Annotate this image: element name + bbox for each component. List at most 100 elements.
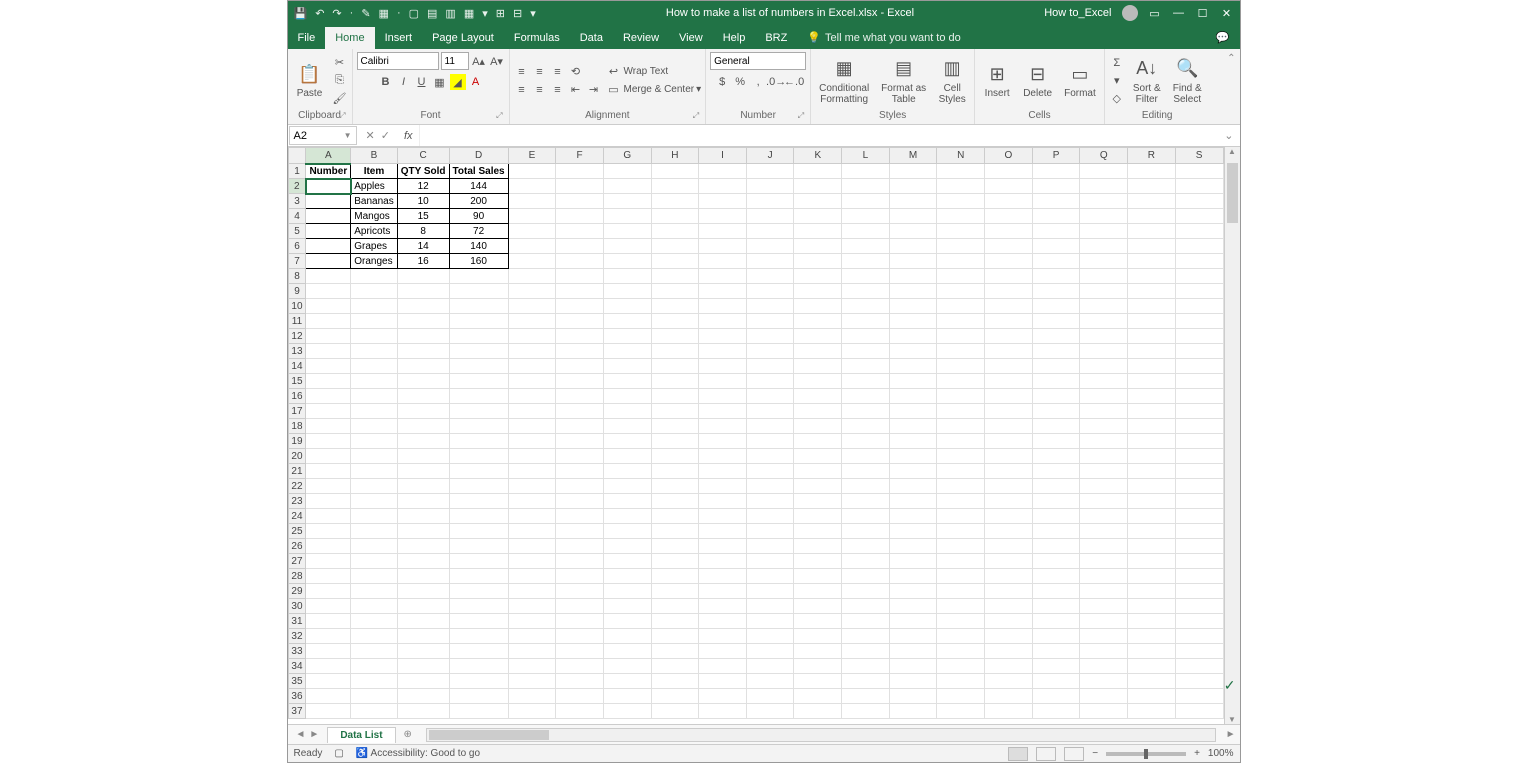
cell-S13[interactable] — [1175, 344, 1223, 359]
cell-K24[interactable] — [794, 509, 842, 524]
cell-M36[interactable] — [889, 689, 937, 704]
cell-R3[interactable] — [1128, 194, 1176, 209]
cell-K35[interactable] — [794, 674, 842, 689]
cell-G32[interactable] — [603, 629, 651, 644]
cell-O15[interactable] — [985, 374, 1033, 389]
cut-icon[interactable]: ✂ — [332, 55, 348, 71]
cell-A22[interactable] — [306, 479, 351, 494]
cell-J22[interactable] — [746, 479, 794, 494]
cell-A25[interactable] — [306, 524, 351, 539]
col-header-A[interactable]: A — [306, 148, 351, 164]
cell-C19[interactable] — [397, 434, 449, 449]
cell-K10[interactable] — [794, 299, 842, 314]
fill-icon[interactable]: ▾ — [1109, 73, 1125, 89]
cell-E30[interactable] — [508, 599, 556, 614]
cell-S19[interactable] — [1175, 434, 1223, 449]
row-header-35[interactable]: 35 — [288, 674, 306, 689]
cell-L1[interactable] — [842, 164, 890, 179]
cell-H22[interactable] — [651, 479, 699, 494]
cell-I30[interactable] — [699, 599, 747, 614]
qat-more-icon[interactable]: ▾ — [530, 7, 536, 20]
cell-O17[interactable] — [985, 404, 1033, 419]
cell-C4[interactable]: 15 — [397, 209, 449, 224]
row-header-18[interactable]: 18 — [288, 419, 306, 434]
cell-L16[interactable] — [842, 389, 890, 404]
percent-icon[interactable]: % — [732, 74, 748, 90]
delete-cells-button[interactable]: ⊟ Delete — [1019, 60, 1056, 101]
cell-B21[interactable] — [351, 464, 397, 479]
decrease-decimal-icon[interactable]: ←.0 — [786, 74, 802, 90]
cell-L35[interactable] — [842, 674, 890, 689]
cell-O1[interactable] — [985, 164, 1033, 179]
cell-K36[interactable] — [794, 689, 842, 704]
cell-S14[interactable] — [1175, 359, 1223, 374]
cell-G24[interactable] — [603, 509, 651, 524]
cell-G2[interactable] — [603, 179, 651, 194]
cell-R25[interactable] — [1128, 524, 1176, 539]
cell-I1[interactable] — [699, 164, 747, 179]
cell-M33[interactable] — [889, 644, 937, 659]
cell-E21[interactable] — [508, 464, 556, 479]
cell-E2[interactable] — [508, 179, 556, 194]
cell-R17[interactable] — [1128, 404, 1176, 419]
cell-K32[interactable] — [794, 629, 842, 644]
cell-H31[interactable] — [651, 614, 699, 629]
row-header-9[interactable]: 9 — [288, 284, 306, 299]
cell-B31[interactable] — [351, 614, 397, 629]
cell-P10[interactable] — [1032, 299, 1080, 314]
cell-G10[interactable] — [603, 299, 651, 314]
cell-F28[interactable] — [556, 569, 604, 584]
cell-E28[interactable] — [508, 569, 556, 584]
zoom-out-icon[interactable]: − — [1092, 748, 1098, 759]
cell-E23[interactable] — [508, 494, 556, 509]
cell-Q14[interactable] — [1080, 359, 1128, 374]
cell-F23[interactable] — [556, 494, 604, 509]
cell-P2[interactable] — [1032, 179, 1080, 194]
cell-F11[interactable] — [556, 314, 604, 329]
cell-S16[interactable] — [1175, 389, 1223, 404]
cell-C26[interactable] — [397, 539, 449, 554]
cell-P22[interactable] — [1032, 479, 1080, 494]
cell-I14[interactable] — [699, 359, 747, 374]
cell-I10[interactable] — [699, 299, 747, 314]
cell-H25[interactable] — [651, 524, 699, 539]
cell-B24[interactable] — [351, 509, 397, 524]
italic-button[interactable]: I — [396, 74, 412, 90]
cell-S8[interactable] — [1175, 269, 1223, 284]
row-header-13[interactable]: 13 — [288, 344, 306, 359]
cell-L11[interactable] — [842, 314, 890, 329]
cell-N23[interactable] — [937, 494, 985, 509]
cell-K9[interactable] — [794, 284, 842, 299]
fill-color-icon[interactable]: ◢ — [450, 74, 466, 90]
cell-F10[interactable] — [556, 299, 604, 314]
cell-A3[interactable] — [306, 194, 351, 209]
cell-F17[interactable] — [556, 404, 604, 419]
cell-K26[interactable] — [794, 539, 842, 554]
cell-L21[interactable] — [842, 464, 890, 479]
cell-O11[interactable] — [985, 314, 1033, 329]
cell-O16[interactable] — [985, 389, 1033, 404]
cell-B7[interactable]: Oranges — [351, 254, 397, 269]
cell-N7[interactable] — [937, 254, 985, 269]
cell-H27[interactable] — [651, 554, 699, 569]
cell-R36[interactable] — [1128, 689, 1176, 704]
cell-P35[interactable] — [1032, 674, 1080, 689]
undo-icon[interactable]: ↶ — [315, 7, 324, 20]
cell-H15[interactable] — [651, 374, 699, 389]
cell-H23[interactable] — [651, 494, 699, 509]
cell-L13[interactable] — [842, 344, 890, 359]
cell-K30[interactable] — [794, 599, 842, 614]
row-header-36[interactable]: 36 — [288, 689, 306, 704]
tab-insert[interactable]: Insert — [375, 27, 423, 49]
horizontal-scrollbar[interactable] — [426, 728, 1216, 742]
cell-I5[interactable] — [699, 224, 747, 239]
cell-R11[interactable] — [1128, 314, 1176, 329]
cell-M24[interactable] — [889, 509, 937, 524]
cell-O33[interactable] — [985, 644, 1033, 659]
cell-A7[interactable] — [306, 254, 351, 269]
cell-C27[interactable] — [397, 554, 449, 569]
tellme-search[interactable]: 💡 Tell me what you want to do — [797, 26, 970, 49]
cell-Q3[interactable] — [1080, 194, 1128, 209]
cell-M31[interactable] — [889, 614, 937, 629]
cell-A37[interactable] — [306, 704, 351, 719]
